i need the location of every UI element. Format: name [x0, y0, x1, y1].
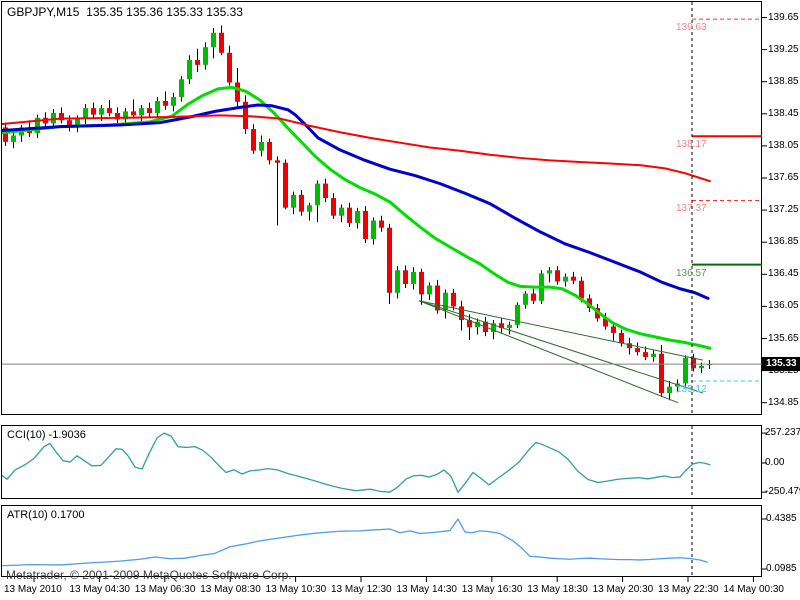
price-axis-label: 138.45 [768, 107, 799, 119]
time-axis-label: 13 May 16:30 [461, 584, 523, 595]
price-axis-label: 138.05 [768, 139, 799, 151]
price-axis-label: 139.65 [768, 11, 799, 23]
time-axis-label: 13 May 22:30 [658, 584, 719, 595]
atr-indicator-label: ATR(10) 0.1700 [7, 509, 85, 521]
time-axis-label: 13 May 20:30 [592, 584, 654, 595]
time-axis-label: 13 May 08:30 [200, 584, 261, 595]
atr-indicator-panel[interactable] [1, 505, 762, 577]
atr-axis-label: 0.4385 [766, 512, 797, 524]
price-axis-label: 136.05 [768, 300, 799, 312]
price-axis-label: 136.85 [768, 236, 799, 248]
price-axis-label: 135.65 [768, 332, 799, 344]
level-label-139.63: 139.63 [676, 22, 707, 34]
cci-indicator-label: CCI(10) -1.9036 [7, 429, 86, 441]
cci-axis-label: -250.479 [765, 486, 800, 498]
price-axis-label: 135.25 [768, 364, 799, 376]
price-axis-label: 137.25 [768, 204, 799, 216]
main-chart-panel[interactable] [1, 1, 762, 415]
time-axis-label: 13 May 10:30 [265, 584, 327, 595]
level-label-136.57: 136.57 [676, 267, 707, 279]
time-axis-label: 13 May 04:30 [69, 584, 130, 595]
time-axis-label: 13 May 06:30 [134, 584, 196, 595]
cci-axis-label: 0.00 [765, 457, 785, 468]
price-axis-label: 139.25 [768, 43, 799, 55]
price-axis-label: 134.85 [768, 396, 799, 408]
time-axis-label: 13 May 14:30 [396, 584, 457, 595]
price-axis-label: 137.65 [768, 172, 799, 183]
atr-axis-label: 0.0985 [766, 563, 797, 574]
time-axis-label: 13 May 18:30 [527, 584, 588, 595]
time-axis-label: 13 May 12:30 [331, 584, 392, 595]
price-axis-label: 138.85 [768, 75, 799, 87]
cci-indicator-panel[interactable] [1, 425, 762, 499]
level-label-135.12: 135.12 [676, 384, 707, 396]
level-label-137.37: 137.37 [676, 203, 707, 215]
symbol-quote-title: GBPJPY,M15 135.35 135.36 135.33 135.33 [7, 5, 243, 19]
metaquotes-watermark: Metatrader, © 2001-2009 MetaQuotes Softw… [6, 568, 292, 582]
cci-axis-label: 257.2378 [765, 427, 800, 439]
metatrader-chart-window: GBPJPY,M15 135.35 135.36 135.33 135.33 C… [0, 0, 800, 600]
price-axis-label: 136.45 [768, 268, 799, 280]
time-axis-label: 14 May 00:30 [723, 584, 784, 595]
time-axis-label: 13 May 2010 [4, 584, 62, 595]
level-label-138.17: 138.17 [676, 139, 707, 151]
